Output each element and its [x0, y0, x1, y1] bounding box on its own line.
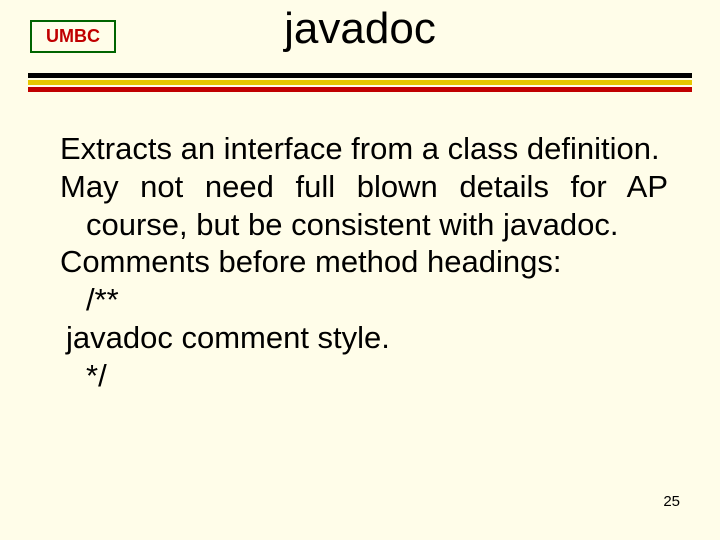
code-line-3: */ — [60, 357, 668, 395]
slide-body: Extracts an interface from a class defin… — [60, 130, 668, 395]
divider-red — [28, 87, 692, 92]
slide-title: javadoc — [0, 4, 720, 54]
code-line-1: /** — [60, 281, 668, 319]
body-paragraph-1: Extracts an interface from a class defin… — [60, 130, 668, 168]
divider-yellow — [28, 80, 692, 85]
body-paragraph-2: May not need full blown details for AP c… — [60, 168, 668, 244]
page-number: 25 — [663, 493, 680, 510]
body-paragraph-3: Comments before method headings: — [60, 243, 668, 281]
divider-black — [28, 73, 692, 78]
code-line-2: javadoc comment style. — [60, 319, 668, 357]
